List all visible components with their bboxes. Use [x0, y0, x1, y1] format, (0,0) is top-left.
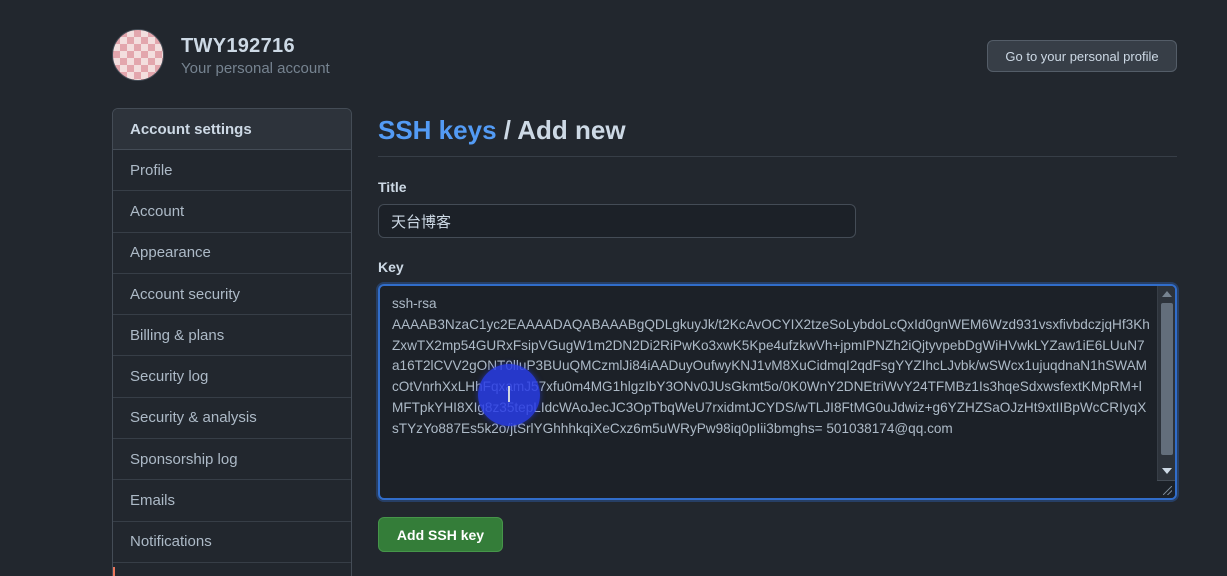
- textarea-scrollbar[interactable]: [1157, 286, 1175, 498]
- account-type-label: Your personal account: [181, 59, 330, 77]
- sidebar-item-appearance[interactable]: Appearance: [113, 233, 351, 274]
- account-header: TWY192716 Your personal account: [112, 29, 330, 81]
- sidebar-heading: Account settings: [113, 109, 351, 150]
- resize-grip-icon[interactable]: [1157, 480, 1175, 498]
- sidebar-item-security-analysis[interactable]: Security & analysis: [113, 398, 351, 440]
- sidebar-item-notifications[interactable]: Notifications: [113, 522, 351, 563]
- title-label: Title: [378, 179, 407, 195]
- account-info: TWY192716 Your personal account: [181, 34, 330, 77]
- title-input[interactable]: [378, 204, 856, 238]
- sidebar-item-sponsorship-log[interactable]: Sponsorship log: [113, 439, 351, 481]
- sidebar-item-billing-plans[interactable]: Billing & plans: [113, 315, 351, 357]
- selected-item-indicator: [113, 567, 115, 576]
- scroll-thumb[interactable]: [1161, 303, 1173, 455]
- sidebar-item-account[interactable]: Account: [113, 191, 351, 233]
- sidebar-item-security-log[interactable]: Security log: [113, 356, 351, 398]
- breadcrumb-ssh-keys-link[interactable]: SSH keys: [378, 115, 497, 145]
- settings-page: TWY192716 Your personal account Go to yo…: [0, 0, 1227, 576]
- add-ssh-key-button[interactable]: Add SSH key: [378, 517, 503, 552]
- breadcrumb-current: Add new: [517, 115, 626, 145]
- sidebar-item-account-security[interactable]: Account security: [113, 274, 351, 316]
- go-to-profile-button[interactable]: Go to your personal profile: [987, 40, 1177, 72]
- avatar[interactable]: [112, 29, 164, 81]
- scroll-down-arrow-icon[interactable]: [1162, 468, 1172, 474]
- scroll-up-arrow-icon[interactable]: [1162, 291, 1172, 297]
- page-title: SSH keys / Add new: [378, 108, 1177, 157]
- add-ssh-key-form: SSH keys / Add new Title Key ssh-rsa AAA…: [378, 108, 1177, 552]
- settings-sidebar: Account settings Profile Account Appeara…: [112, 108, 352, 576]
- breadcrumb-separator: /: [496, 115, 518, 145]
- sidebar-item-profile[interactable]: Profile: [113, 150, 351, 192]
- username[interactable]: TWY192716: [181, 34, 330, 58]
- key-label: Key: [378, 259, 404, 275]
- mouse-cursor-highlight: [478, 364, 540, 426]
- sidebar-item-emails[interactable]: Emails: [113, 480, 351, 522]
